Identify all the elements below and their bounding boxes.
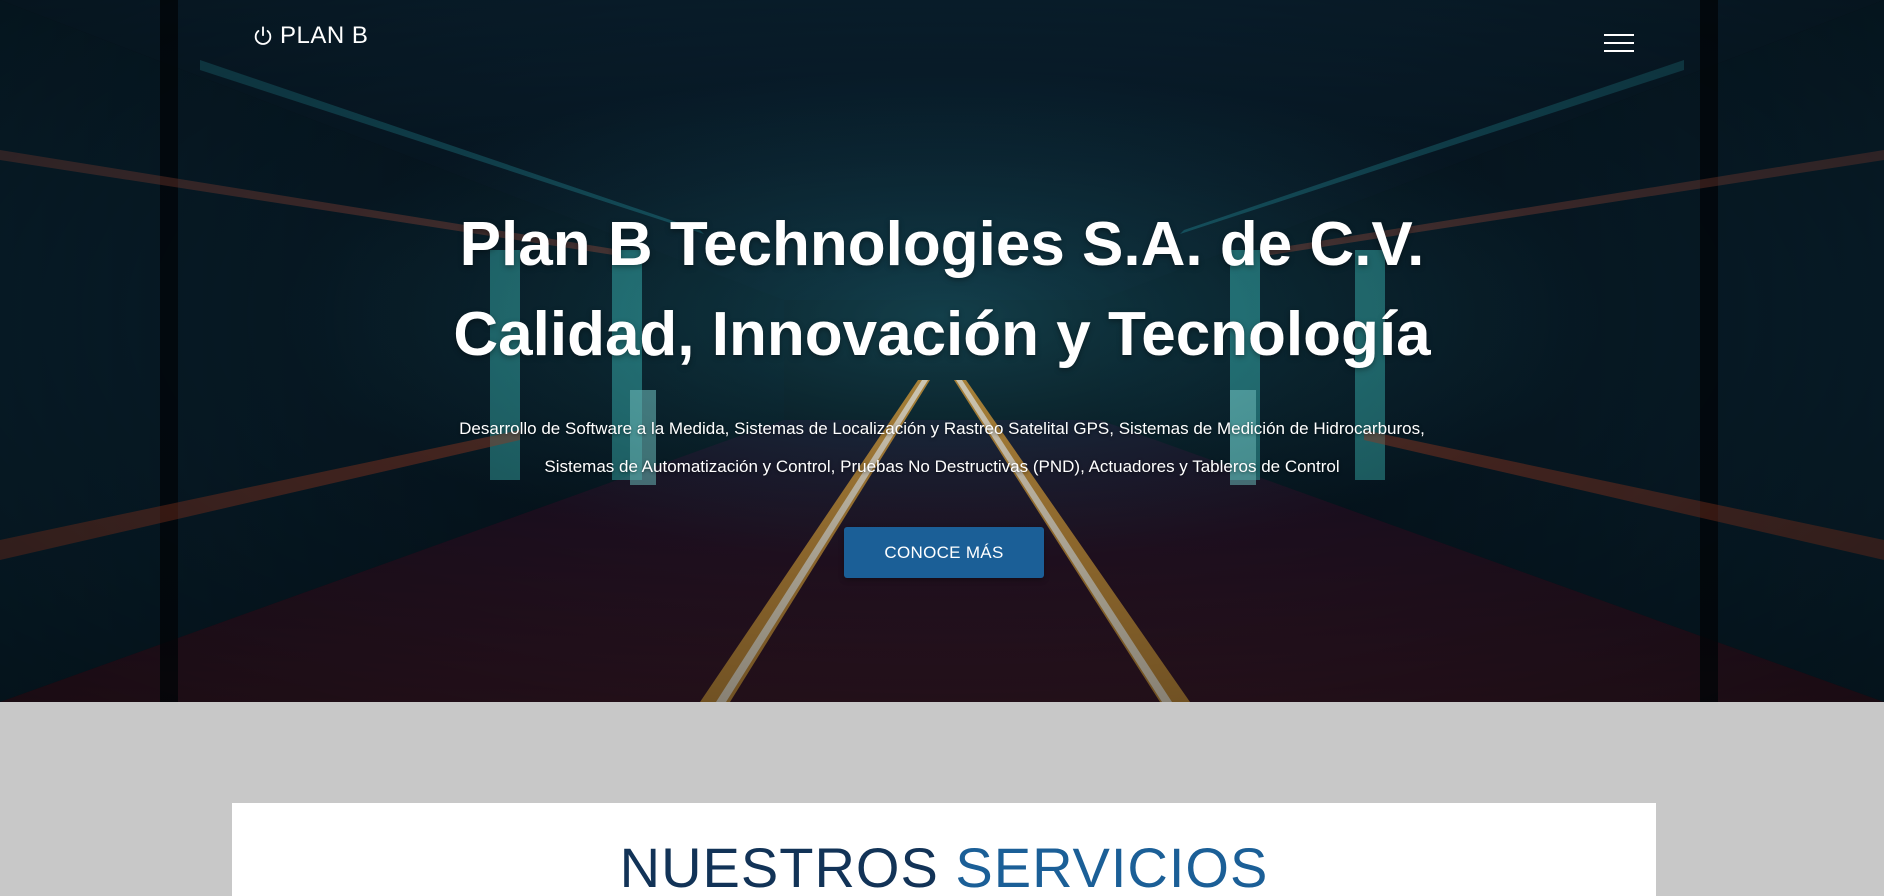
conoce-mas-button[interactable]: CONOCE MÁS bbox=[844, 527, 1044, 578]
hamburger-menu-icon[interactable] bbox=[1600, 28, 1640, 58]
hero-title-line2: Calidad, Innovación y Tecnología bbox=[453, 300, 1431, 369]
services-card: NUESTROS SERVICIOS bbox=[232, 803, 1656, 896]
services-heading: NUESTROS SERVICIOS bbox=[232, 838, 1656, 896]
services-section: NUESTROS SERVICIOS bbox=[0, 702, 1884, 896]
hero-subtitle-line1: Desarrollo de Software a la Medida, Sist… bbox=[459, 419, 1425, 438]
navbar-brand[interactable]: PLAN B bbox=[252, 22, 368, 50]
hero-subtitle-line2: Sistemas de Automatización y Control, Pr… bbox=[544, 457, 1340, 476]
services-heading-part2: SERVICIOS bbox=[955, 836, 1269, 896]
services-heading-part1: NUESTROS bbox=[619, 836, 939, 896]
hero-section: PLAN B Plan B Technologies S.A. de C.V. … bbox=[0, 0, 1884, 702]
brand-name: PLAN B bbox=[280, 22, 369, 49]
hero-title: Plan B Technologies S.A. de C.V. Calidad… bbox=[0, 200, 1884, 380]
hero-subtitle: Desarrollo de Software a la Medida, Sist… bbox=[0, 410, 1884, 486]
hero-title-line1: Plan B Technologies S.A. de C.V. bbox=[459, 210, 1425, 279]
power-icon bbox=[254, 26, 272, 45]
